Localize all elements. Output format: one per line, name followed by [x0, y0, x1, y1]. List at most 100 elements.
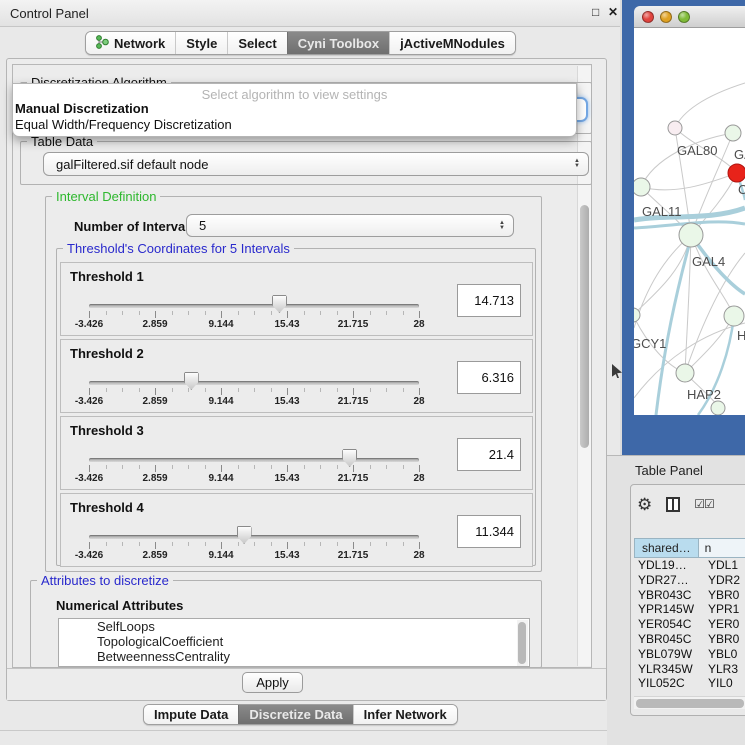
thresholds-group-label: Threshold's Coordinates for 5 Intervals: [63, 241, 294, 256]
gear-icon[interactable]: ⚙: [637, 496, 652, 513]
threshold-value-field[interactable]: 6.316: [457, 361, 521, 394]
control-panel-window: Control Panel □ ✕ NetworkStyleSelectCyni…: [0, 0, 620, 745]
slider-tick: [89, 311, 90, 318]
threshold-slider-track[interactable]: [89, 535, 419, 539]
number-of-intervals-value: 5: [199, 218, 206, 233]
threshold-label: Threshold 1: [70, 269, 144, 284]
slider-tick: [320, 311, 321, 315]
network-canvas[interactable]: GAL80GACGAL11GAL4HGCY1HAP2: [634, 28, 745, 415]
slider-tick: [89, 465, 90, 472]
table-row[interactable]: YDL19…YDL1: [634, 558, 745, 573]
tab-impute-data[interactable]: Impute Data: [144, 705, 238, 724]
network-node-green[interactable]: [634, 178, 650, 196]
network-node-red[interactable]: [728, 164, 745, 182]
close-traffic-light[interactable]: [642, 11, 654, 23]
minimize-traffic-light[interactable]: [660, 11, 672, 23]
tab-select[interactable]: Select: [227, 32, 286, 54]
table-horizontal-scrollbar[interactable]: [634, 696, 745, 709]
threshold-slider-thumb[interactable]: [237, 526, 252, 544]
network-edge[interactable]: [634, 235, 691, 328]
number-of-intervals-combobox[interactable]: 5 ▲▼: [186, 214, 514, 237]
table-row[interactable]: YLR345WYLR3: [634, 662, 745, 677]
algorithm-option[interactable]: Manual Discretization: [13, 101, 576, 117]
slider-tick: [254, 311, 255, 315]
network-edge[interactable]: [675, 83, 745, 128]
network-edge[interactable]: [641, 173, 737, 190]
table-row[interactable]: YER054CYER0: [634, 617, 745, 632]
shared-name-cell: YER054C: [634, 617, 708, 632]
algorithm-option[interactable]: Equal Width/Frequency Discretization: [13, 117, 576, 133]
network-node-green[interactable]: [676, 364, 694, 382]
tab-network[interactable]: Network: [86, 32, 175, 54]
slider-tick-label: 2.859: [142, 319, 167, 330]
divider: [0, 730, 620, 731]
threshold-slider-track[interactable]: [89, 458, 419, 462]
slider-tick: [205, 465, 206, 469]
attribute-list-item[interactable]: SelfLoops: [59, 619, 529, 634]
float-window-icon[interactable]: □: [592, 5, 599, 19]
attribute-list-item[interactable]: BetweennessCentrality: [59, 649, 529, 664]
apply-button[interactable]: Apply: [242, 672, 303, 693]
network-node-label: HAP2: [687, 387, 721, 402]
column-header-shared-name[interactable]: shared…: [634, 538, 699, 558]
threshold-value-field[interactable]: 14.713: [457, 284, 521, 317]
attributes-list-scrollbar[interactable]: [517, 620, 528, 666]
network-node-label: GAL4: [692, 254, 725, 269]
attribute-list-item[interactable]: TopologicalCoefficient: [59, 634, 529, 649]
name-cell: YBL0: [708, 647, 745, 662]
threshold-slider-thumb[interactable]: [342, 449, 357, 467]
shared-name-cell: YDR27…: [634, 573, 708, 588]
slider-tick: [353, 311, 354, 318]
checkbox-icons[interactable]: ☑☑: [694, 497, 714, 511]
table-data-combobox[interactable]: galFiltered.sif default node ▲▼: [43, 152, 589, 176]
numerical-attributes-list[interactable]: SelfLoopsTopologicalCoefficientBetweenne…: [58, 618, 530, 667]
network-node-green[interactable]: [634, 308, 640, 322]
close-window-icon[interactable]: ✕: [608, 5, 618, 19]
table-row[interactable]: YBR045CYBR0: [634, 632, 745, 647]
tab-infer-network[interactable]: Infer Network: [353, 705, 457, 724]
threshold-slider-track[interactable]: [89, 304, 419, 308]
slider-tick: [221, 388, 222, 395]
slider-tick: [106, 311, 107, 315]
table-row[interactable]: YIL052CYIL0: [634, 676, 745, 691]
slider-tick: [221, 542, 222, 549]
network-node-pink[interactable]: [668, 121, 682, 135]
attributes-group-label: Attributes to discretize: [37, 573, 173, 588]
table-row[interactable]: YDR27…YDR2: [634, 573, 745, 588]
table-row[interactable]: YBL079WYBL0: [634, 647, 745, 662]
tab-style[interactable]: Style: [175, 32, 227, 54]
slider-tick: [188, 465, 189, 469]
tab-cyni-toolbox[interactable]: Cyni Toolbox: [287, 32, 389, 54]
zoom-traffic-light[interactable]: [678, 11, 690, 23]
attributes-scrollbar-thumb[interactable]: [518, 622, 526, 664]
split-columns-icon[interactable]: [666, 497, 680, 512]
slider-tick: [386, 542, 387, 546]
tab-discretize-data[interactable]: Discretize Data: [238, 705, 352, 724]
table-row[interactable]: YBR043CYBR0: [634, 588, 745, 603]
node-attribute-table[interactable]: shared… n YDL19…YDL1YDR27…YDR2YBR043CYBR…: [634, 538, 745, 696]
vertical-scrollbar-thumb[interactable]: [580, 205, 589, 448]
window-title: Control Panel: [10, 6, 89, 21]
slider-tick: [337, 542, 338, 546]
network-edge-highlighted[interactable]: [656, 238, 691, 415]
threshold-value-field[interactable]: 11.344: [457, 515, 521, 548]
slider-tick-label: 28: [413, 473, 424, 484]
threshold-slider-track[interactable]: [89, 381, 419, 385]
threshold-slider-thumb[interactable]: [184, 372, 199, 390]
network-node-green[interactable]: [724, 306, 744, 326]
table-hscrollbar-thumb[interactable]: [636, 699, 744, 708]
network-window-titlebar[interactable]: [634, 6, 745, 28]
network-node-green[interactable]: [679, 223, 703, 247]
table-row[interactable]: YPR145WYPR1: [634, 602, 745, 617]
threshold-label: Threshold 2: [70, 346, 144, 361]
tab-jactivemnodules[interactable]: jActiveMNodules: [389, 32, 515, 54]
column-header-name[interactable]: n: [699, 538, 745, 558]
threshold-value-field[interactable]: 21.4: [457, 438, 521, 471]
threshold-slider-thumb[interactable]: [272, 295, 287, 313]
network-node-green[interactable]: [711, 401, 725, 415]
slider-tick: [122, 542, 123, 546]
network-node-green[interactable]: [725, 125, 741, 141]
network-graph[interactable]: GAL80GACGAL11GAL4HGCY1HAP2: [634, 28, 745, 415]
threshold-panel: Threshold 1-3.4262.8599.14415.4321.71528…: [60, 262, 533, 336]
cyni-bottom-tabbar: Impute DataDiscretize DataInfer Network: [143, 704, 458, 725]
